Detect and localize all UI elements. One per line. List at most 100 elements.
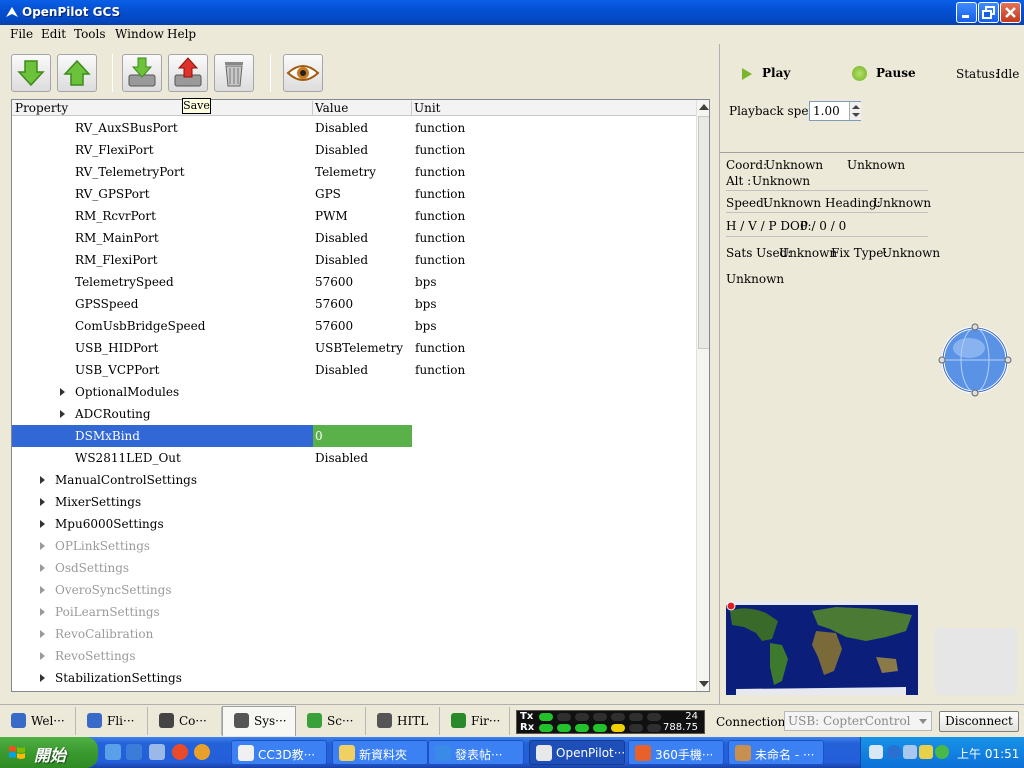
tree-row[interactable]: RevoCalibration (12, 623, 696, 645)
header-property[interactable]: Property (15, 101, 68, 115)
expand-arrow-icon[interactable] (40, 542, 45, 550)
security-shield-icon[interactable] (919, 745, 933, 759)
tree-row[interactable]: OptionalModules (12, 381, 696, 403)
tab-gear[interactable]: Sys··· (222, 706, 296, 736)
taskbar-button[interactable]: CC3D教··· (231, 740, 327, 765)
expand-arrow-icon[interactable] (40, 608, 45, 616)
expand-arrow-icon[interactable] (40, 674, 45, 682)
minimize-button[interactable] (956, 2, 977, 23)
tab-gamepad[interactable]: HITL (366, 707, 440, 735)
tree-row[interactable]: StabilizationSettings (12, 667, 696, 689)
tree-row[interactable]: ManualControlSettings (12, 469, 696, 491)
tab-config[interactable]: Co··· (148, 707, 222, 735)
expand-arrow-icon[interactable] (40, 564, 45, 572)
tree-row[interactable]: MixerSettings (12, 491, 696, 513)
property-value[interactable]: Disabled (315, 253, 368, 267)
menu-window[interactable]: Window (115, 27, 164, 41)
tree-row[interactable]: GPSSpeed 57600 bps (12, 293, 696, 315)
tree-row[interactable]: ADCRouting (12, 403, 696, 425)
tree-row[interactable]: RM_FlexiPort Disabled function (12, 249, 696, 271)
network-icon[interactable] (903, 745, 917, 759)
expand-arrow-icon[interactable] (60, 410, 65, 418)
scroll-up-arrow-icon[interactable] (699, 104, 709, 110)
property-value[interactable]: 0 (315, 429, 323, 443)
tree-row[interactable]: OPLinkSettings (12, 535, 696, 557)
tree-row[interactable]: RM_RcvrPort PWM function (12, 205, 696, 227)
quicklaunch-desktop-icon[interactable] (149, 744, 165, 760)
tree-row[interactable]: RV_GPSPort GPS function (12, 183, 696, 205)
header-value[interactable]: Value (315, 101, 348, 115)
tree-row[interactable]: ComUsbBridgeSpeed 57600 bps (12, 315, 696, 337)
tree-row[interactable]: USB_VCPPort Disabled function (12, 359, 696, 381)
property-value[interactable]: 57600 (315, 275, 353, 289)
taskbar-button[interactable]: 未命名 - ··· (728, 740, 824, 765)
tree-row[interactable]: WS2811LED_Out Disabled (12, 447, 696, 469)
property-value[interactable]: USBTelemetry (315, 341, 403, 355)
playback-speed-spinner[interactable] (849, 102, 861, 120)
start-button[interactable]: 開始 (0, 737, 98, 768)
tab-scope[interactable]: Sc··· (296, 707, 366, 735)
menu-tools[interactable]: Tools (74, 27, 106, 41)
tree-row[interactable]: Mpu6000Settings (12, 513, 696, 535)
play-icon[interactable] (742, 68, 752, 80)
tree-row[interactable]: DSMxBind 0 (12, 425, 696, 447)
uavobject-tree[interactable]: Property Value Unit RV_AuxSBusPort Disabl… (11, 99, 710, 692)
header-unit[interactable]: Unit (414, 101, 441, 115)
tree-row[interactable]: PoiLearnSettings (12, 601, 696, 623)
play-button[interactable]: Play (762, 66, 790, 80)
taskbar-button[interactable]: 360手機··· (628, 740, 724, 765)
plus-icon[interactable] (935, 745, 949, 759)
delete-button[interactable] (214, 54, 254, 92)
taskbar-button[interactable]: 發表帖··· (428, 740, 524, 765)
tree-row[interactable]: USB_HIDPort USBTelemetry function (12, 337, 696, 359)
property-value[interactable]: GPS (315, 187, 341, 201)
tree-row[interactable]: OsdSettings (12, 557, 696, 579)
property-value[interactable]: 57600 (315, 319, 353, 333)
close-button[interactable] (1000, 2, 1021, 23)
tree-row[interactable]: RV_AuxSBusPort Disabled function (12, 117, 696, 139)
expand-arrow-icon[interactable] (40, 630, 45, 638)
quicklaunch-arrow-icon[interactable] (105, 744, 121, 760)
world-map[interactable] (726, 601, 918, 695)
download-button[interactable] (11, 54, 51, 92)
quicklaunch-ie-icon[interactable] (126, 744, 142, 760)
expand-arrow-icon[interactable] (40, 498, 45, 506)
tab-flight[interactable]: Fli··· (76, 707, 148, 735)
tree-row[interactable]: RV_FlexiPort Disabled function (12, 139, 696, 161)
restore-button[interactable] (978, 2, 999, 23)
pause-button[interactable]: Pause (876, 66, 916, 80)
property-value[interactable]: PWM (315, 209, 348, 223)
connection-device-select[interactable]: USB: CopterControl (784, 711, 932, 731)
keyboard-icon[interactable] (869, 745, 883, 759)
tree-row[interactable]: TelemetrySpeed 57600 bps (12, 271, 696, 293)
load-button[interactable] (122, 54, 162, 92)
scroll-thumb[interactable] (698, 116, 709, 349)
tree-row[interactable]: RV_TelemetryPort Telemetry function (12, 161, 696, 183)
expand-arrow-icon[interactable] (40, 520, 45, 528)
quicklaunch-chrome-icon[interactable] (172, 744, 188, 760)
tree-row[interactable]: OveroSyncSettings (12, 579, 696, 601)
menu-help[interactable]: Help (167, 27, 196, 41)
expand-arrow-icon[interactable] (40, 586, 45, 594)
expand-arrow-icon[interactable] (40, 652, 45, 660)
disconnect-button[interactable]: Disconnect (939, 711, 1019, 732)
menu-file[interactable]: File (10, 27, 33, 41)
taskbar-button[interactable]: 新資料夾 (332, 740, 428, 765)
property-value[interactable]: Disabled (315, 363, 368, 377)
tree-row[interactable]: RevoSettings (12, 645, 696, 667)
expand-arrow-icon[interactable] (40, 476, 45, 484)
save-button[interactable] (168, 54, 208, 92)
value-editor-highlight[interactable] (313, 425, 412, 447)
property-value[interactable]: Disabled (315, 231, 368, 245)
tree-row[interactable]: RM_MainPort Disabled function (12, 227, 696, 249)
expand-arrow-icon[interactable] (60, 388, 65, 396)
scroll-down-arrow-icon[interactable] (699, 681, 709, 687)
quicklaunch-browser-icon[interactable] (194, 744, 210, 760)
upload-button[interactable] (57, 54, 97, 92)
property-value[interactable]: Disabled (315, 121, 368, 135)
view-button[interactable] (283, 54, 323, 92)
tree-scrollbar[interactable] (696, 100, 709, 691)
property-value[interactable]: Disabled (315, 451, 368, 465)
taskbar-button[interactable]: OpenPilot··· (529, 740, 625, 765)
property-value[interactable]: Telemetry (315, 165, 376, 179)
